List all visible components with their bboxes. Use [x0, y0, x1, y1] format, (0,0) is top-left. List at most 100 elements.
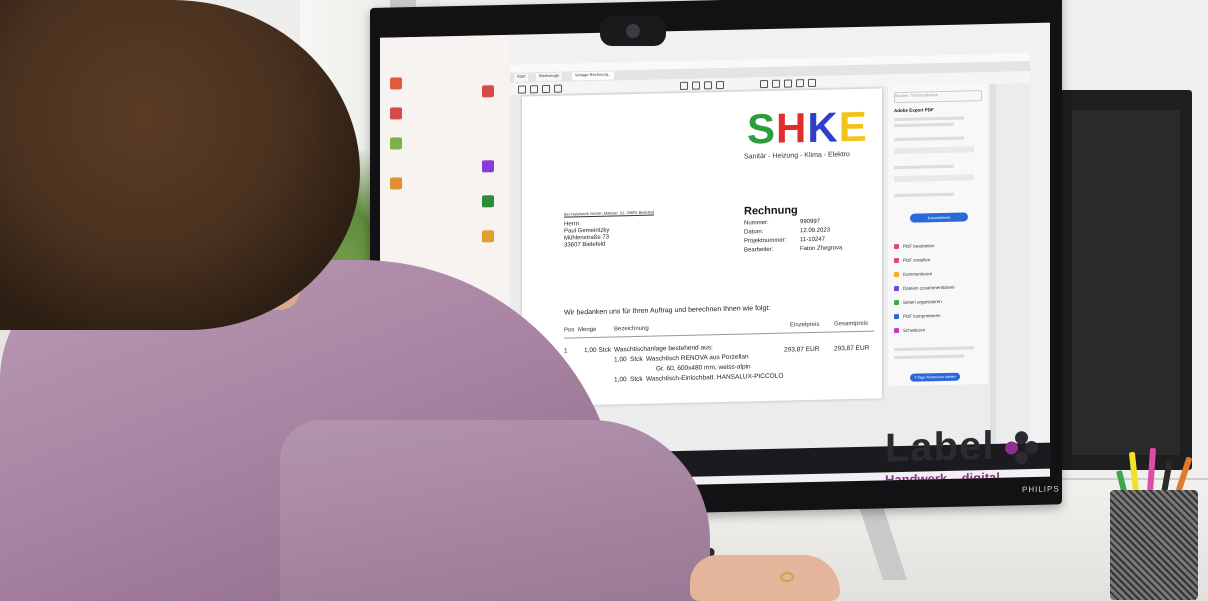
- monitor-brand: PHILIPS: [1022, 484, 1060, 495]
- desktop-icon[interactable]: [390, 137, 402, 150]
- organize-icon: [894, 300, 899, 306]
- search-icon[interactable]: [554, 84, 562, 93]
- webcam-lens: [626, 24, 640, 38]
- tool-label: Seiten organisieren: [903, 299, 942, 305]
- photo-scene: Start Werkzeuge Vorlage Rechnung... SHKE…: [0, 0, 1208, 601]
- hand-icon[interactable]: [692, 81, 700, 90]
- zoom-out-icon[interactable]: [704, 81, 712, 90]
- scrollbar[interactable]: [990, 83, 996, 444]
- panel-text-line: [894, 116, 964, 122]
- address-line: 33607 Bielefeld: [564, 241, 606, 249]
- format-select[interactable]: [894, 174, 974, 183]
- tool-label: PDF erstellen: [903, 257, 931, 263]
- header-pos: Pos: [564, 327, 575, 334]
- bookmark-icon[interactable]: [530, 85, 538, 94]
- shke-logo: SHKE: [747, 103, 868, 154]
- label-tagline: Handwerk – digital: [885, 469, 1000, 488]
- meta-values: 990997 12.09.2023 11-10247 Faton Zhegrov…: [800, 217, 842, 254]
- comment-icon[interactable]: [760, 79, 768, 89]
- logo-letter: H: [776, 104, 808, 152]
- stamp-icon[interactable]: [808, 78, 816, 88]
- convert-button[interactable]: Konvertieren: [910, 212, 968, 223]
- tool-compress[interactable]: PDF komprimieren: [894, 313, 941, 320]
- logo-subtitle: Sanitär - Heizung - Klima - Elektro: [744, 151, 850, 161]
- tab-tools[interactable]: Werkzeuge: [536, 72, 563, 82]
- row-qty: 1,00: [614, 356, 627, 364]
- row-text: Waschtischanlage bestehend aus:: [614, 344, 713, 354]
- panel-text-line: [894, 346, 974, 352]
- table-divider: [564, 330, 874, 339]
- meta-label: Bearbeiter:: [744, 246, 774, 254]
- logo-letter: K: [807, 103, 839, 152]
- trial-button[interactable]: 7-Tage-Testversion starten: [910, 372, 960, 382]
- header-menge: Menge: [578, 326, 597, 334]
- desktop-icon[interactable]: [390, 177, 402, 190]
- pen-icon[interactable]: [784, 79, 792, 88]
- tool-create-pdf[interactable]: PDF erstellen: [894, 257, 931, 264]
- panel-text-line: [894, 354, 964, 360]
- create-pdf-icon: [894, 258, 899, 264]
- tool-organize[interactable]: Seiten organisieren: [894, 299, 942, 306]
- zoom-in-icon[interactable]: [716, 80, 724, 90]
- highlight-icon[interactable]: [772, 79, 780, 88]
- invoice-title: Rechnung: [744, 204, 798, 218]
- person-hand: [690, 555, 840, 601]
- row-unit-price: 293,87 EUR: [784, 345, 820, 354]
- desktop-icon[interactable]: [482, 160, 494, 173]
- person-arm: [280, 420, 710, 601]
- recipient-address: Herrn Paul Gemeintzky Mühlenstraße 73 33…: [564, 221, 609, 250]
- row-unit: Stck: [630, 375, 643, 384]
- cursor-icon[interactable]: [680, 81, 688, 90]
- tool-comment[interactable]: Kommentieren: [894, 271, 933, 278]
- tab-document[interactable]: Vorlage Rechnung...: [572, 71, 615, 81]
- sender-line: Bei Handwerk GmbH, Mittelstr. 31, 33605 …: [564, 209, 655, 217]
- panel-text-line: [894, 192, 954, 198]
- sign-icon[interactable]: [796, 79, 804, 88]
- edit-pdf-icon: [894, 244, 899, 250]
- desktop-icon[interactable]: [390, 107, 402, 120]
- tool-edit-pdf[interactable]: PDF bearbeiten: [894, 243, 935, 250]
- ring: [780, 572, 794, 582]
- tools-search-input[interactable]: Suchen: Text bearbeiten: [894, 90, 982, 104]
- header-gesamtpreis: Gesamtpreis: [834, 320, 869, 328]
- meta-value: Faton Zhegrova: [800, 245, 843, 253]
- row-qty: 1,00 Stck: [584, 346, 612, 355]
- export-heading: Adobe Export PDF: [894, 107, 934, 114]
- row-pos: 1: [564, 347, 568, 355]
- compress-icon: [894, 314, 899, 320]
- second-monitor-screen: [1072, 110, 1180, 455]
- desktop-icon[interactable]: [482, 195, 494, 208]
- panel-text-line: [894, 122, 954, 128]
- tab-start[interactable]: Start: [514, 73, 529, 82]
- print-icon[interactable]: [542, 84, 550, 94]
- label-logo: Label Handwerk – digital: [885, 424, 1038, 487]
- desktop-icon[interactable]: [482, 85, 494, 98]
- row-unit: Stck: [630, 355, 643, 364]
- tool-label: Kommentieren: [903, 271, 933, 277]
- label-dots-icon: [1005, 431, 1038, 465]
- row-text: Waschtisch RENOVA aus Porzellan: [646, 353, 749, 363]
- tool-label: Schwärzen: [903, 327, 926, 333]
- combine-icon: [894, 286, 899, 292]
- meta-labels: Nummer: Datum: Projektnummer: Bearbeiter…: [744, 219, 786, 256]
- row-total-price: 293,87 EUR: [834, 344, 870, 353]
- header-einzelpreis: Einzelpreis: [790, 321, 820, 329]
- desktop-icon[interactable]: [482, 230, 494, 243]
- redact-icon: [894, 328, 899, 334]
- comment-icon: [894, 272, 899, 278]
- home-icon[interactable]: [518, 85, 526, 94]
- pen-cup: [1110, 490, 1198, 600]
- invoice-page: SHKE Sanitär - Heizung - Klima - Elektro…: [522, 88, 882, 407]
- row-text: Waschtisch-Einlochbatt. HANSALUX-PICCOLO: [646, 372, 784, 383]
- tool-redact[interactable]: Schwärzen: [894, 327, 926, 334]
- header-bezeichnung: Bezeichnung: [614, 325, 649, 333]
- tool-combine[interactable]: Dateien zusammenführen: [894, 285, 955, 292]
- logo-letter: E: [838, 102, 868, 151]
- file-select[interactable]: [894, 146, 974, 155]
- panel-text-line: [894, 136, 964, 142]
- invoice-intro: Wir bedanken uns für Ihren Auftrag und b…: [564, 304, 771, 317]
- desktop-icon[interactable]: [390, 77, 402, 90]
- tool-label: PDF komprimieren: [903, 313, 941, 319]
- panel-text-line: [894, 164, 954, 170]
- tools-panel: Suchen: Text bearbeiten Adobe Export PDF…: [888, 83, 988, 387]
